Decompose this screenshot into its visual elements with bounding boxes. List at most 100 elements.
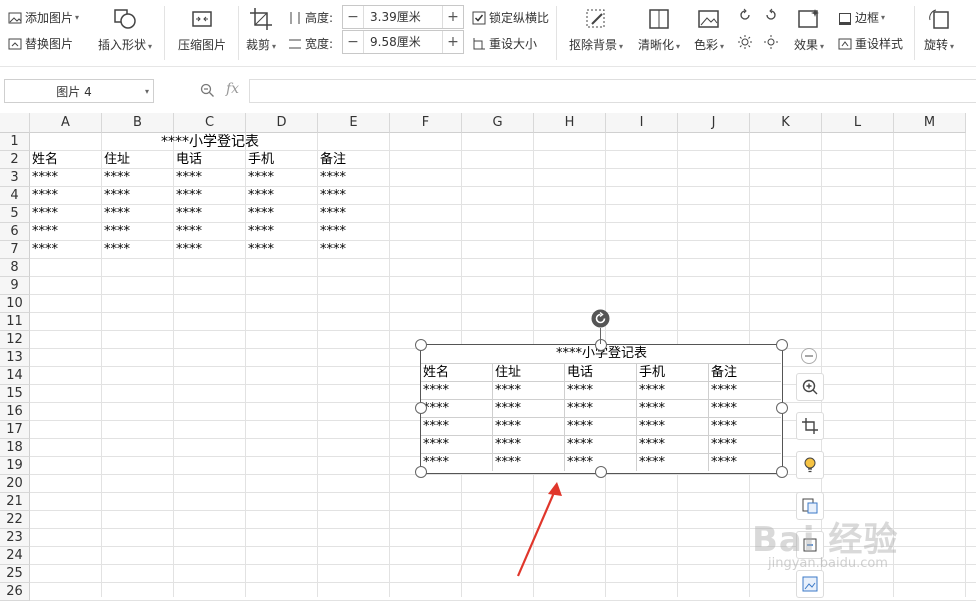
sheet-data-cell[interactable]: **** <box>30 187 58 205</box>
border-button[interactable]: 边框 ▾ <box>838 9 885 26</box>
row-header-14[interactable]: 14 <box>0 367 30 385</box>
column-header-b[interactable]: B <box>102 113 174 133</box>
row-header-9[interactable]: 9 <box>0 277 30 295</box>
column-header-a[interactable]: A <box>30 113 102 133</box>
zoom-in-button[interactable] <box>796 373 824 401</box>
sheet-data-cell[interactable]: **** <box>30 205 58 223</box>
sheet-data-cell[interactable]: **** <box>30 241 58 259</box>
row-header-20[interactable]: 20 <box>0 475 30 493</box>
row-header-4[interactable]: 4 <box>0 187 30 205</box>
sheet-data-cell[interactable]: **** <box>102 169 130 187</box>
column-header-f[interactable]: F <box>390 113 462 133</box>
resize-handle-top[interactable] <box>595 339 607 351</box>
fx-icon[interactable]: fx <box>226 81 239 97</box>
height-decrease-button[interactable]: − <box>343 6 363 28</box>
row-header-1[interactable]: 1 <box>0 133 30 151</box>
select-all-corner[interactable] <box>0 113 30 133</box>
crop-button[interactable]: 裁剪 ▾ <box>246 6 276 53</box>
row-header-7[interactable]: 7 <box>0 241 30 259</box>
sharpen-button[interactable]: 清晰化 ▾ <box>638 6 680 53</box>
sheet-data-cell[interactable]: **** <box>30 169 58 187</box>
formula-input[interactable] <box>249 79 976 103</box>
sheet-data-cell[interactable]: **** <box>318 187 346 205</box>
crop-side-button[interactable] <box>796 412 824 440</box>
sheet-header-cell[interactable]: 电话 <box>174 151 202 169</box>
row-header-2[interactable]: 2 <box>0 151 30 169</box>
sheet-data-cell[interactable]: **** <box>174 223 202 241</box>
replace-picture-button[interactable]: 替换图片 <box>8 35 73 52</box>
reset-style-button[interactable]: 重设样式 <box>838 35 903 52</box>
height-increase-button[interactable]: + <box>443 6 463 28</box>
sheet-data-cell[interactable]: **** <box>246 241 274 259</box>
resize-handle-bottom-left[interactable] <box>415 466 427 478</box>
row-header-6[interactable]: 6 <box>0 223 30 241</box>
sheet-data-cell[interactable]: **** <box>246 169 274 187</box>
row-header-22[interactable]: 22 <box>0 511 30 529</box>
column-header-l[interactable]: L <box>822 113 894 133</box>
height-input[interactable]: 3.39厘米 <box>363 6 443 28</box>
row-header-8[interactable]: 8 <box>0 259 30 277</box>
rotate-left-button[interactable] <box>738 8 755 22</box>
column-header-k[interactable]: K <box>750 113 822 133</box>
sheet-data-cell[interactable]: **** <box>30 223 58 241</box>
sheet-data-cell[interactable]: **** <box>174 205 202 223</box>
color-button[interactable]: 色彩 ▾ <box>694 6 724 53</box>
name-box[interactable]: 图片 4 ▾ <box>4 79 154 103</box>
add-picture-button[interactable]: 添加图片 ▾ <box>8 9 79 26</box>
sheet-data-cell[interactable]: **** <box>318 169 346 187</box>
row-header-21[interactable]: 21 <box>0 493 30 511</box>
sheet-data-cell[interactable]: **** <box>318 241 346 259</box>
row-header-3[interactable]: 3 <box>0 169 30 187</box>
sheet-header-cell[interactable]: 住址 <box>102 151 130 169</box>
chevron-down-icon[interactable]: ▾ <box>145 87 149 96</box>
sheet-data-cell[interactable]: **** <box>246 205 274 223</box>
row-header-23[interactable]: 23 <box>0 529 30 547</box>
rotate-handle-icon[interactable] <box>591 309 610 328</box>
height-spinner[interactable]: − 3.39厘米 + <box>342 5 464 29</box>
zoom-out-icon[interactable] <box>800 347 818 365</box>
column-header-h[interactable]: H <box>534 113 606 133</box>
sheet-data-cell[interactable]: **** <box>102 205 130 223</box>
sheet-data-cell[interactable]: **** <box>102 187 130 205</box>
resize-handle-bottom[interactable] <box>595 466 607 478</box>
rotate-right-button[interactable] <box>764 8 781 22</box>
row-header-15[interactable]: 15 <box>0 385 30 403</box>
column-header-m[interactable]: M <box>894 113 966 133</box>
sheet-data-cell[interactable]: **** <box>318 205 346 223</box>
reset-size-button[interactable]: 重设大小 <box>472 35 537 52</box>
lock-ratio-checkbox[interactable]: 锁定纵横比 <box>472 9 549 26</box>
row-header-11[interactable]: 11 <box>0 313 30 331</box>
column-header-e[interactable]: E <box>318 113 390 133</box>
sheet-data-cell[interactable]: **** <box>246 223 274 241</box>
compress-picture-button[interactable]: 压缩图片 <box>178 6 226 53</box>
row-header-26[interactable]: 26 <box>0 583 30 601</box>
picture-tool-button[interactable] <box>796 570 824 598</box>
sheet-data-cell[interactable]: **** <box>102 223 130 241</box>
sheet-data-cell[interactable]: **** <box>318 223 346 241</box>
row-header-16[interactable]: 16 <box>0 403 30 421</box>
sheet-data-cell[interactable]: **** <box>246 187 274 205</box>
zoom-icon[interactable] <box>200 83 215 98</box>
row-header-12[interactable]: 12 <box>0 331 30 349</box>
resize-handle-bottom-right[interactable] <box>776 466 788 478</box>
column-header-i[interactable]: I <box>606 113 678 133</box>
column-header-c[interactable]: C <box>174 113 246 133</box>
row-header-13[interactable]: 13 <box>0 349 30 367</box>
width-decrease-button[interactable]: − <box>343 31 363 53</box>
sheet-header-cell[interactable]: 手机 <box>246 151 274 169</box>
rotate-button[interactable]: 旋转 ▾ <box>924 6 954 53</box>
brightness-up-button[interactable] <box>738 35 755 49</box>
row-header-18[interactable]: 18 <box>0 439 30 457</box>
column-header-j[interactable]: J <box>678 113 750 133</box>
sheet-header-cell[interactable]: 备注 <box>318 151 346 169</box>
remove-background-button[interactable]: 抠除背景 ▾ <box>569 6 623 53</box>
sheet-title-cell[interactable]: ****小学登记表 <box>30 133 390 151</box>
sheet-data-cell[interactable]: **** <box>174 241 202 259</box>
width-increase-button[interactable]: + <box>443 31 463 53</box>
width-spinner[interactable]: − 9.58厘米 + <box>342 30 464 54</box>
sheet-data-cell[interactable]: **** <box>102 241 130 259</box>
row-header-17[interactable]: 17 <box>0 421 30 439</box>
row-header-10[interactable]: 10 <box>0 295 30 313</box>
selected-picture[interactable]: ****小学登记表 姓名 住址 电话 手机 备注 **** **** **** **** ****… <box>420 344 783 474</box>
effects-button[interactable]: 效果 ▾ <box>794 6 824 53</box>
